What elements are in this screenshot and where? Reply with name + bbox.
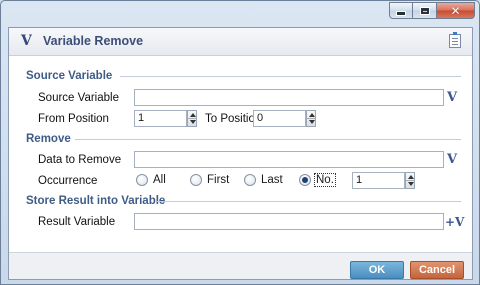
maximize-icon [420, 7, 429, 14]
document-icon[interactable] [449, 32, 461, 48]
cancel-button[interactable]: Cancel [410, 261, 464, 279]
data-to-remove-label: Data to Remove [38, 154, 122, 166]
occurrence-radio-all[interactable] [136, 174, 148, 186]
dialog-header: V Variable Remove [9, 28, 472, 56]
insert-variable-icon[interactable]: V [447, 90, 461, 106]
from-position-stepper[interactable] [187, 110, 197, 127]
ok-button[interactable]: OK [350, 261, 404, 279]
dialog-title: Variable Remove [43, 34, 144, 48]
occurrence-option-last[interactable]: Last [261, 174, 283, 186]
occurrence-radio-number[interactable] [299, 174, 311, 186]
section-divider [75, 139, 461, 140]
result-variable-input[interactable] [134, 213, 444, 230]
occurrence-number-input[interactable]: 1 [352, 172, 405, 189]
dialog-footer: OK Cancel [9, 252, 472, 279]
section-title-remove: Remove [26, 133, 71, 145]
maximize-button[interactable] [413, 2, 437, 19]
dialog-window: ✕ V Variable Remove Source Variable Sour… [0, 0, 480, 285]
occurrence-option-number[interactable]: No. [314, 173, 336, 187]
title-bar[interactable]: ✕ [1, 1, 479, 21]
section-title-store: Store Result into Variable [26, 195, 166, 207]
from-position-input[interactable]: 1 [134, 110, 187, 127]
occurrence-radio-first[interactable] [190, 174, 202, 186]
section-divider [157, 201, 461, 202]
minimize-button[interactable] [389, 2, 413, 19]
add-variable-icon[interactable]: +V [445, 214, 464, 230]
dialog-client: V Variable Remove Source Variable Source… [8, 27, 473, 280]
section-title-source: Source Variable [26, 70, 113, 82]
source-variable-input[interactable] [134, 89, 444, 106]
occurrence-option-all[interactable]: All [153, 174, 166, 186]
variable-logo-icon: V [21, 33, 32, 49]
occurrence-radio-last[interactable] [244, 174, 256, 186]
from-position-label: From Position [38, 113, 109, 125]
occurrence-number-stepper[interactable] [405, 172, 415, 189]
section-divider [120, 76, 461, 77]
close-button[interactable]: ✕ [437, 2, 475, 19]
occurrence-option-first[interactable]: First [207, 174, 229, 186]
result-variable-label: Result Variable [38, 216, 116, 228]
data-to-remove-input[interactable] [134, 151, 444, 168]
to-position-input[interactable]: 0 [253, 110, 306, 127]
source-variable-label: Source Variable [38, 92, 119, 104]
to-position-stepper[interactable] [306, 110, 316, 127]
close-icon: ✕ [450, 3, 461, 18]
occurrence-label: Occurrence [38, 175, 98, 187]
minimize-icon [396, 11, 406, 16]
insert-variable-icon[interactable]: V [447, 152, 461, 168]
